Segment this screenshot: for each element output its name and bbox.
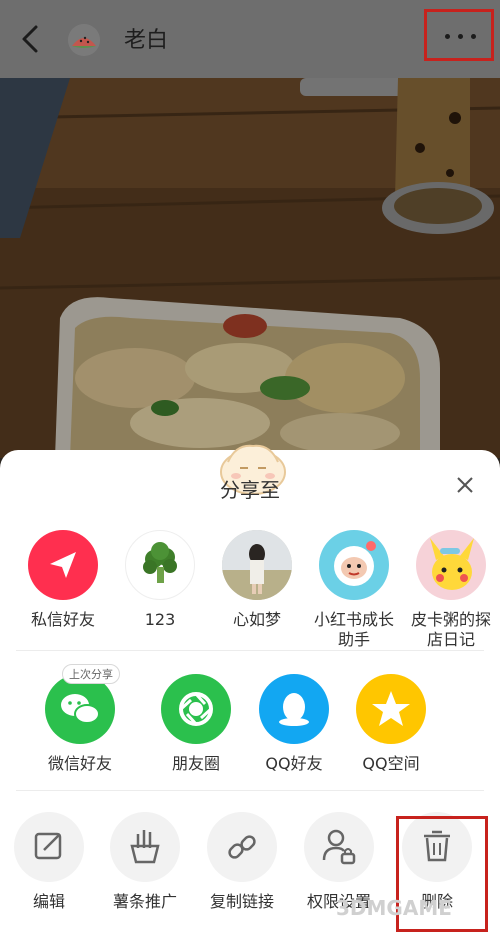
more-dots-icon (445, 34, 477, 40)
share-target-label: 小红书成长 助手 (313, 610, 394, 649)
moments-icon (161, 674, 231, 744)
last-shared-badge: 上次分享 (62, 664, 120, 684)
share-app-label: QQ空间 (362, 754, 420, 773)
paper-plane-icon (28, 530, 98, 600)
share-target-growth-assistant[interactable]: 小红书成长 助手 (306, 530, 402, 650)
divider (16, 650, 484, 651)
share-app-label: QQ好友 (265, 754, 323, 773)
share-target-pikazhou-diary[interactable]: 皮卡粥的探 店日记 (403, 530, 499, 650)
action-fries-promote-button[interactable]: 薯条推广 (97, 812, 193, 912)
share-app-label: 朋友圈 (171, 754, 220, 773)
edit-icon (14, 812, 84, 882)
share-target-label: 123 (144, 610, 176, 629)
close-icon[interactable] (452, 472, 478, 498)
action-label: 复制链接 (209, 892, 274, 911)
astronaut-avatar (319, 530, 389, 600)
broccoli-icon (125, 530, 195, 600)
share-app-qq-friends[interactable]: QQ好友 (246, 674, 342, 774)
user-avatar[interactable] (68, 24, 100, 56)
share-app-qzone[interactable]: QQ空间 (343, 674, 439, 774)
top-bar: 老白 (0, 0, 500, 78)
pikachu-avatar (416, 530, 486, 600)
share-target-contact-123[interactable]: 123 (112, 530, 208, 630)
share-sheet: 分享至 私信好友 123 心如梦 小红书成长 助手 皮卡粥的探 店日记 上次分享… (0, 444, 500, 942)
back-arrow-icon[interactable] (16, 22, 46, 56)
share-target-label: 私信好友 (30, 610, 95, 629)
share-app-wechat-friends[interactable]: 上次分享 微信好友 (32, 664, 128, 774)
share-app-label: 微信好友 (47, 754, 112, 773)
share-target-label: 皮卡粥的探 店日记 (410, 610, 491, 649)
share-app-moments[interactable]: 朋友圈 (148, 674, 244, 774)
action-edit-button[interactable]: 编辑 (1, 812, 97, 912)
share-sheet-title: 分享至 (220, 478, 280, 502)
more-options-button[interactable] (424, 9, 494, 61)
share-target-private-message[interactable]: 私信好友 (15, 530, 111, 630)
page-title: 老白 (124, 28, 169, 53)
wechat-icon (45, 674, 115, 744)
divider (16, 790, 484, 791)
action-label: 编辑 (32, 892, 65, 911)
share-target-contact-xinrumeng[interactable]: 心如梦 (209, 530, 305, 630)
qq-icon (259, 674, 329, 744)
qzone-icon (356, 674, 426, 744)
post-photo (0, 78, 500, 458)
watermark: 3DMGAME (336, 896, 452, 920)
fries-icon (110, 812, 180, 882)
action-copy-link-button[interactable]: 复制链接 (194, 812, 290, 912)
girl-photo-avatar (222, 530, 292, 600)
link-icon (207, 812, 277, 882)
action-label: 薯条推广 (112, 892, 177, 911)
share-target-label: 心如梦 (232, 610, 281, 629)
user-lock-icon (304, 812, 374, 882)
